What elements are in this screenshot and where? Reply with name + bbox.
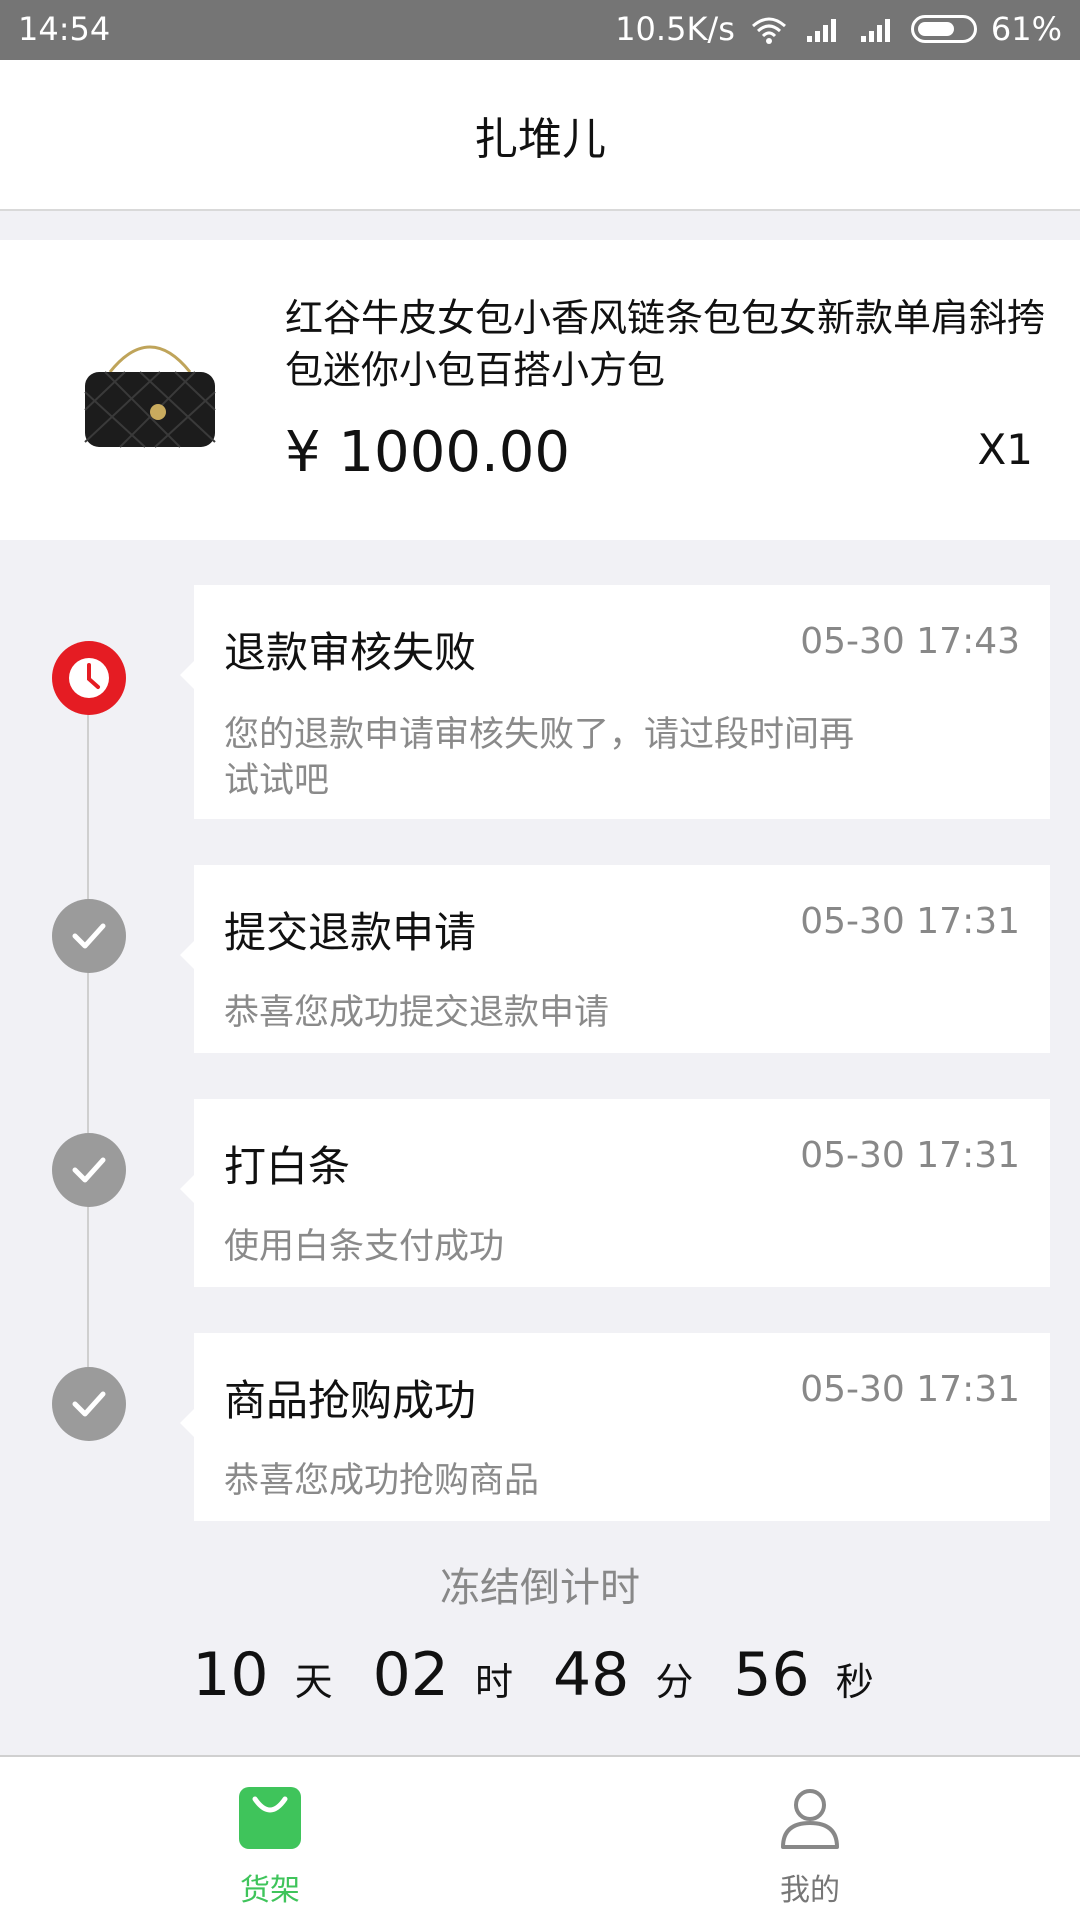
clock-icon: [52, 641, 126, 715]
check-icon: [52, 1367, 126, 1441]
signal-icon-2: [860, 19, 890, 42]
countdown-days-unit: 天: [294, 1660, 333, 1704]
timeline-time: 05-30 17:31: [800, 1135, 1020, 1176]
tab-shelf[interactable]: 货架: [0, 1757, 540, 1922]
timeline-title: 商品抢购成功: [224, 1376, 477, 1425]
timeline-card: 退款审核失败 05-30 17:43 您的退款申请审核失败了，请过段时间再试试吧: [180, 585, 1050, 819]
page-title: 扎堆儿: [474, 113, 606, 165]
bottom-tab-bar: 货架 我的: [0, 1755, 1080, 1922]
check-icon: [52, 899, 126, 973]
timeline-card: 提交退款申请 05-30 17:31 恭喜您成功提交退款申请: [180, 865, 1050, 1053]
signal-icon: [806, 19, 836, 42]
shopping-bag-icon: [239, 1787, 301, 1849]
product-image: [84, 345, 216, 448]
product-name: 红谷牛皮女包小香风链条包包女新款单肩斜挎包迷你小包百搭小方包: [285, 296, 1046, 392]
timeline-desc: 恭喜您成功提交退款申请: [224, 993, 610, 1033]
timeline-desc: 使用白条支付成功: [224, 1227, 505, 1267]
countdown-seconds: 56: [733, 1640, 810, 1710]
timeline-card: 打白条 05-30 17:31 使用白条支付成功: [180, 1099, 1050, 1287]
status-right: 10.5K/s 61%: [615, 10, 1062, 48]
tab-shelf-label: 货架: [240, 1873, 300, 1908]
network-speed: 10.5K/s: [615, 10, 735, 48]
countdown-hours-unit: 时: [474, 1660, 513, 1704]
status-time: 14:54: [18, 10, 111, 48]
status-bar: 14:54 10.5K/s 61%: [0, 0, 1080, 60]
timeline-title: 提交退款申请: [224, 908, 477, 957]
app-header: 扎堆儿: [0, 60, 1080, 211]
check-icon: [52, 1133, 126, 1207]
timeline-line: [87, 680, 89, 1410]
timeline-time: 05-30 17:31: [800, 1369, 1020, 1410]
timeline-desc: 恭喜您成功抢购商品: [224, 1461, 540, 1501]
countdown-minutes-unit: 分: [655, 1660, 694, 1704]
battery-percent: 61%: [990, 10, 1062, 48]
countdown-days: 10: [192, 1640, 269, 1710]
countdown-minutes: 48: [553, 1640, 630, 1710]
product-quantity: X1: [977, 425, 1034, 474]
tab-mine-label: 我的: [780, 1873, 840, 1908]
timeline-title: 打白条: [224, 1142, 351, 1191]
timeline-time: 05-30 17:31: [800, 901, 1020, 942]
timeline-card: 商品抢购成功 05-30 17:31 恭喜您成功抢购商品: [180, 1333, 1050, 1521]
product-price: ¥ 1000.00: [285, 420, 571, 485]
timeline-time: 05-30 17:43: [800, 621, 1020, 662]
user-icon: [781, 1789, 839, 1849]
countdown-hours: 02: [372, 1640, 449, 1710]
product-card[interactable]: 红谷牛皮女包小香风链条包包女新款单肩斜挎包迷你小包百搭小方包 ¥ 1000.00…: [0, 240, 1080, 540]
tab-mine[interactable]: 我的: [540, 1757, 1080, 1922]
timeline-title: 退款审核失败: [224, 628, 477, 677]
countdown-label: 冻结倒计时: [440, 1565, 640, 1611]
countdown-seconds-unit: 秒: [835, 1660, 874, 1704]
battery-icon: [910, 15, 977, 43]
wifi-icon: [751, 17, 786, 44]
timeline-desc: 您的退款申请审核失败了，请过段时间再试试吧: [224, 715, 855, 801]
countdown-timer: 10 天 02 时 48 分 56 秒: [0, 1640, 1080, 1710]
